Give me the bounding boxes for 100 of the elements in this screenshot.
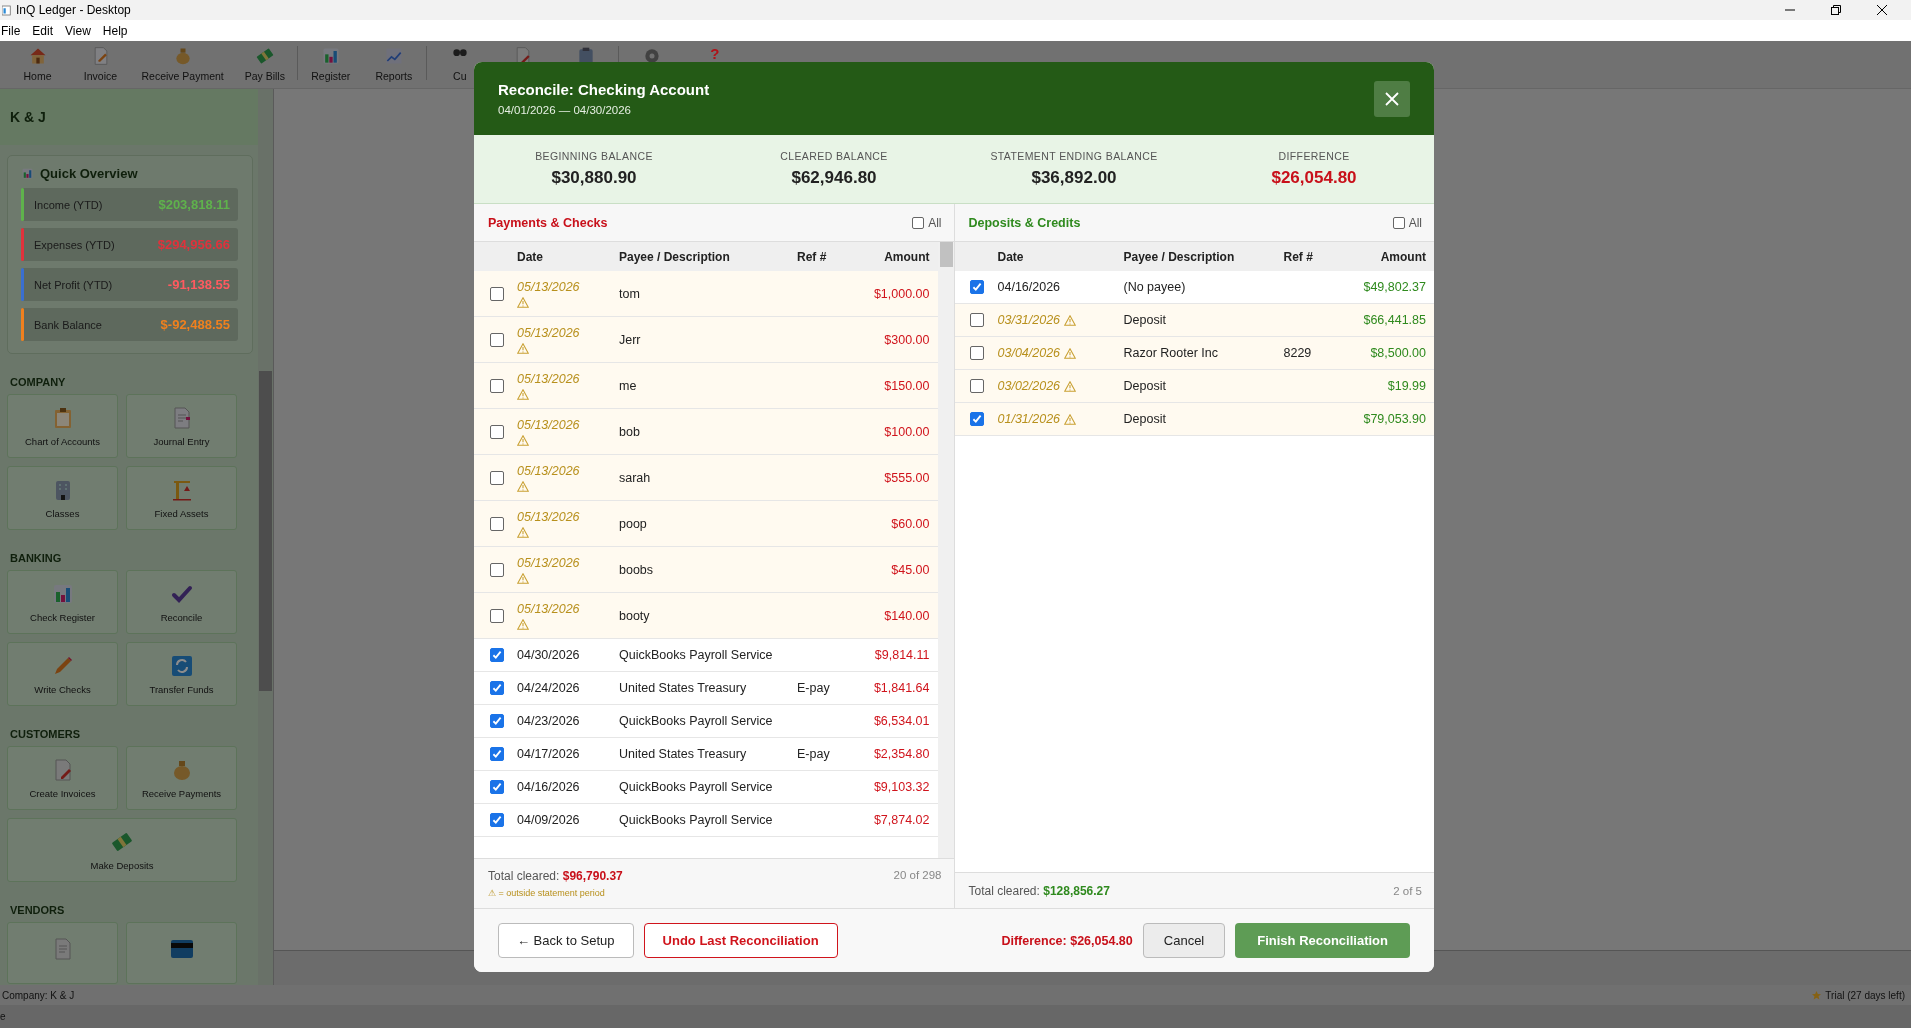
shortcut-tile[interactable]: [126, 922, 237, 984]
amount-cell-text: $79,053.90: [1362, 412, 1426, 426]
amount-cell-text: $60.00: [890, 516, 930, 531]
checkbox[interactable]: [489, 747, 504, 761]
checkbox[interactable]: [489, 608, 504, 623]
summary-value: $62,946.80: [791, 168, 877, 188]
transaction-row[interactable]: 04/23/2026 QuickBooks Payroll Service $6,534.01: [474, 705, 938, 738]
summary-label: CLEARED BALANCE: [780, 150, 888, 162]
card-icon: [169, 937, 194, 961]
date-cell: 04/17/2026: [517, 747, 580, 761]
checkbox[interactable]: [489, 424, 504, 439]
transaction-row[interactable]: 05/13/2026 boobs $45.00: [474, 547, 938, 593]
checkbox[interactable]: [489, 332, 504, 347]
checkbox[interactable]: [489, 813, 504, 827]
toolbar-button[interactable]: Cu: [453, 70, 467, 82]
payee-cell-text: United States Treasury: [619, 681, 748, 695]
stat-label: Bank Balance: [34, 318, 103, 331]
column-header[interactable]: Payee / Description: [619, 249, 797, 264]
toolbar-button[interactable]: Pay Bills: [244, 70, 285, 82]
transaction-row[interactable]: 05/13/2026 sarah $555.00: [474, 455, 938, 501]
checkbox[interactable]: [489, 378, 504, 393]
toolbar-button[interactable]: Home: [23, 70, 52, 82]
shortcut-tile[interactable]: Create Invoices: [7, 746, 118, 810]
transaction-row[interactable]: 05/13/2026 booty $140.00: [474, 593, 938, 639]
shortcut-tile[interactable]: Reconcile: [126, 570, 237, 634]
menu-item[interactable]: Edit: [32, 23, 54, 38]
column-header[interactable]: Date: [997, 249, 1124, 264]
shortcut-tile[interactable]: Make Deposits: [7, 818, 237, 882]
date-cell: 04/30/2026: [517, 648, 580, 662]
shortcut-tile[interactable]: Receive Payments: [126, 746, 237, 810]
selection-count: 2 of 5: [1393, 884, 1422, 897]
scrollbar-thumb[interactable]: [259, 371, 272, 691]
date-cell: 05/13/2026: [517, 555, 580, 570]
checkbox[interactable]: [489, 516, 504, 531]
shortcut-tile[interactable]: Fixed Assets: [126, 466, 237, 530]
checkbox[interactable]: [970, 412, 984, 426]
toolbar-button[interactable]: Reports: [375, 70, 413, 82]
shortcut-tile[interactable]: Journal Entry: [126, 394, 237, 458]
restore-icon[interactable]: [1831, 5, 1841, 15]
checkbox[interactable]: [489, 681, 504, 695]
warning-icon: [1064, 314, 1077, 326]
toolbar-button[interactable]: Register: [311, 70, 351, 82]
undo-button[interactable]: Undo Last Reconciliation: [643, 923, 838, 958]
menu-item[interactable]: View: [65, 23, 91, 38]
checkbox[interactable]: [970, 346, 984, 360]
toolbar-button[interactable]: Invoice: [83, 70, 118, 82]
payee-cell-text: boobs: [619, 562, 655, 577]
checkbox[interactable]: [912, 216, 925, 229]
checkbox[interactable]: [489, 780, 504, 794]
transaction-row[interactable]: 04/24/2026 United States Treasury E-pay $1,841.64: [474, 672, 938, 705]
transaction-row[interactable]: 03/31/2026 Deposit $66,441.85: [954, 304, 1434, 337]
shortcut-tile[interactable]: Check Register: [7, 570, 118, 634]
transaction-row[interactable]: 05/13/2026 poop $60.00: [474, 501, 938, 547]
transaction-row[interactable]: 05/13/2026 me $150.00: [474, 363, 938, 409]
toolbar-button[interactable]: Receive Payment: [141, 70, 224, 82]
menu-item[interactable]: Help: [102, 23, 128, 38]
chart-icon: [21, 167, 34, 180]
checkbox[interactable]: [970, 280, 984, 294]
select-all-label[interactable]: All: [928, 215, 942, 230]
close-button[interactable]: [1374, 80, 1410, 117]
transaction-row[interactable]: 04/16/2026 QuickBooks Payroll Service $9,103.32: [474, 771, 938, 804]
shortcut-tile[interactable]: Write Checks: [7, 642, 118, 706]
checkbox[interactable]: [489, 648, 504, 662]
checkbox[interactable]: [1392, 216, 1405, 229]
column-header[interactable]: Ref #: [1283, 249, 1354, 264]
shortcut-tile[interactable]: [7, 922, 118, 984]
transaction-row[interactable]: 04/09/2026 QuickBooks Payroll Service $7,874.02: [474, 804, 938, 837]
scrollbar-thumb[interactable]: [939, 242, 953, 267]
amount-cell-text: $140.00: [883, 608, 930, 623]
payee-cell-text: sarah: [619, 470, 652, 485]
transaction-row[interactable]: 03/02/2026 Deposit $19.99: [954, 370, 1434, 403]
amount-cell-text: $9,814.11: [873, 648, 930, 662]
column-header[interactable]: Amount: [867, 249, 930, 264]
checkbox[interactable]: [489, 562, 504, 577]
column-header[interactable]: Payee / Description: [1123, 249, 1284, 264]
payee-cell-text: QuickBooks Payroll Service: [619, 648, 774, 662]
transaction-row[interactable]: 04/17/2026 United States Treasury E-pay $2,354.80: [474, 738, 938, 771]
transaction-row[interactable]: 05/13/2026 tom $1,000.00: [474, 271, 938, 317]
shortcut-tile[interactable]: Transfer Funds: [126, 642, 237, 706]
transaction-row[interactable]: 03/04/2026 Razor Rooter Inc 8229 $8,500.00: [954, 337, 1434, 370]
checkbox[interactable]: [489, 714, 504, 728]
column-header[interactable]: Amount: [1353, 249, 1426, 264]
transaction-row[interactable]: 04/30/2026 QuickBooks Payroll Service $9,814.11: [474, 639, 938, 672]
shortcut-tile[interactable]: Chart of Accounts: [7, 394, 118, 458]
back-button[interactable]: ← Back to Setup: [498, 923, 634, 958]
select-all-label[interactable]: All: [1408, 215, 1422, 230]
column-header[interactable]: Date: [517, 249, 619, 264]
checkbox[interactable]: [489, 286, 504, 301]
menu-item[interactable]: File: [1, 23, 21, 38]
transaction-row[interactable]: 05/13/2026 Jerr $300.00: [474, 317, 938, 363]
checkbox[interactable]: [489, 470, 504, 485]
checkbox[interactable]: [970, 313, 984, 327]
payee-cell-text: Deposit: [1123, 412, 1167, 426]
checkbox[interactable]: [970, 379, 984, 393]
shortcut-tile[interactable]: Classes: [7, 466, 118, 530]
transaction-row[interactable]: 01/31/2026 Deposit $79,053.90: [954, 403, 1434, 436]
column-header[interactable]: Ref #: [797, 249, 867, 264]
cancel-button[interactable]: Cancel: [1142, 923, 1226, 958]
transaction-row[interactable]: 05/13/2026 bob $100.00: [474, 409, 938, 455]
close-icon[interactable]: [1877, 5, 1887, 15]
